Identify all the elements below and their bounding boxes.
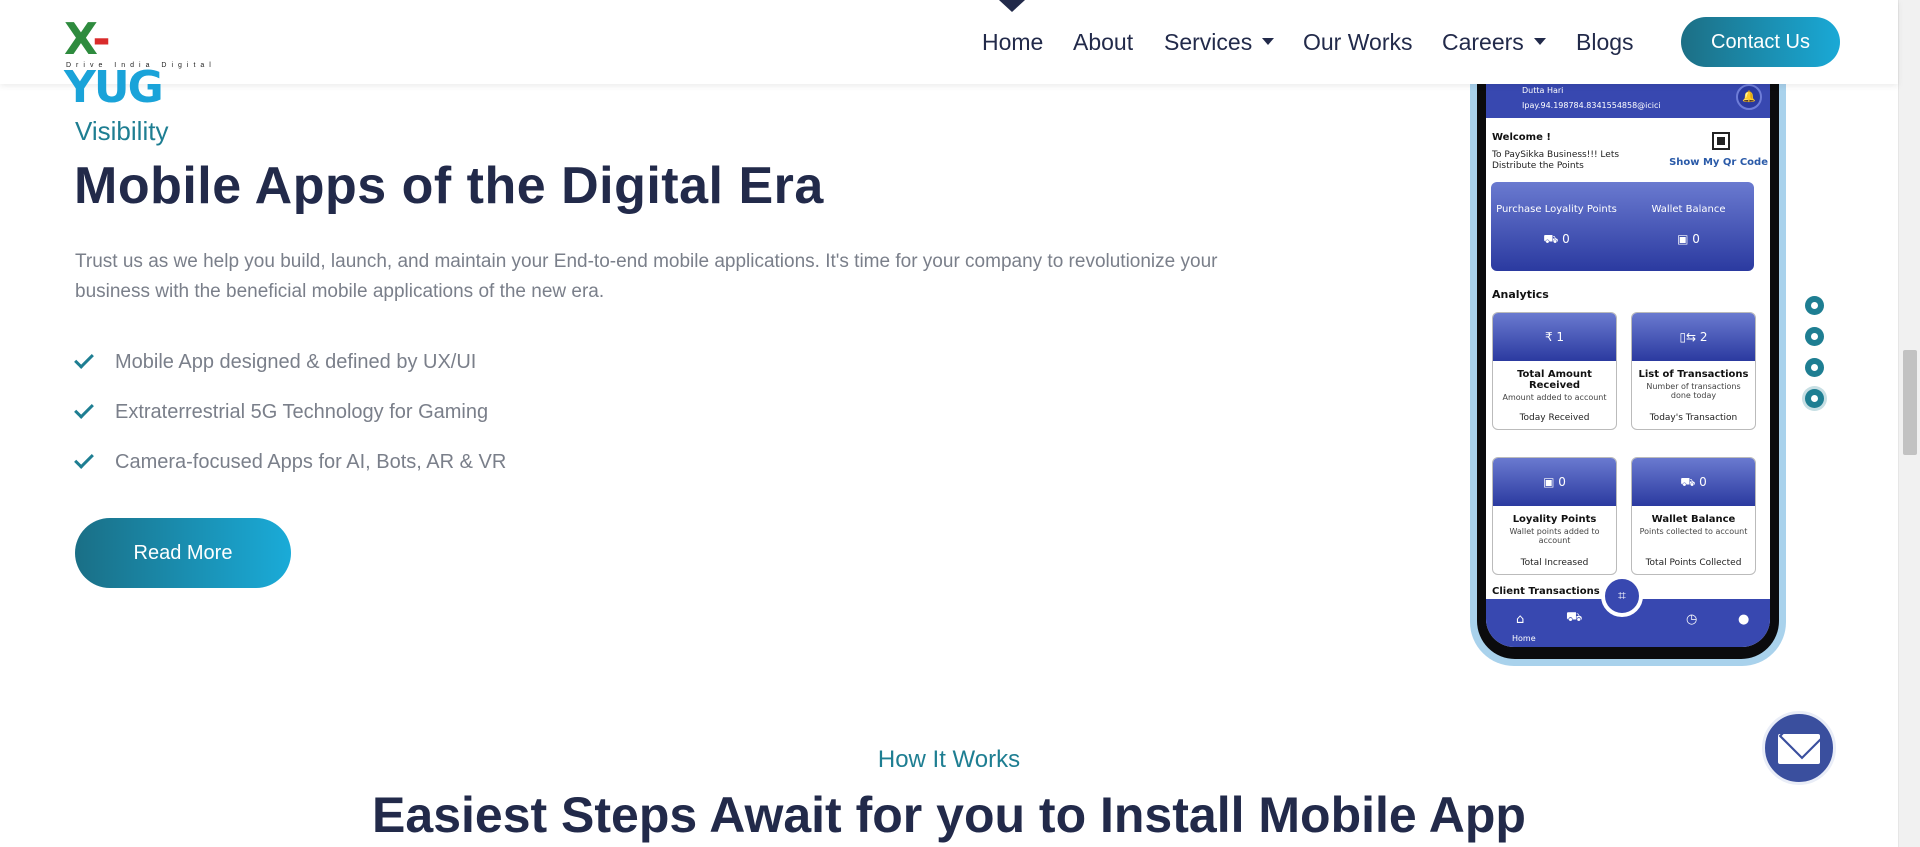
check-icon (74, 449, 94, 469)
card-head: ▯⇆ 2 (1632, 313, 1755, 361)
balance-right-label: Wallet Balance (1651, 204, 1726, 215)
site-header: X-YUG Drive India Digital Home About Ser… (0, 0, 1898, 112)
feature-label: Camera-focused Apps for AI, Bots, AR & V… (115, 450, 507, 473)
app-upi-id: Ipay.94.198784.8341554858@icici (1522, 101, 1661, 110)
phone-bezel: Dutta Hari Ipay.94.198784.8341554858@ici… (1477, 40, 1779, 659)
app-stat-card: ▣ 0 Loyality Points Wallet points added … (1492, 457, 1617, 575)
how-it-works-title: Easiest Steps Await for you to Install M… (372, 787, 1526, 843)
balance-right-value: ▣ 0 (1623, 232, 1754, 246)
rupee-icon: ₹ (1544, 330, 1557, 344)
card-footer: Total Increased (1520, 558, 1589, 568)
card-head: ⛟ 0 (1632, 458, 1755, 506)
scan-icon: ⌗ (1601, 575, 1643, 617)
how-it-works-eyebrow: How It Works (877, 746, 1021, 773)
site-logo[interactable]: X-YUG Drive India Digital (64, 16, 211, 112)
nav-our-works[interactable]: Our Works (1303, 26, 1412, 58)
nav-services[interactable]: Services (1164, 26, 1275, 58)
list-item: Extraterrestrial 5G Technology for Gamin… (74, 387, 506, 437)
app-stat-card: ⛟ 0 Wallet Balance Points collected to a… (1631, 457, 1756, 575)
wallet-icon: ▣ (1677, 232, 1693, 246)
page-scrollbar[interactable] (1898, 0, 1920, 847)
tab-home-label: Home (1512, 634, 1536, 643)
bell-icon: 🔔 (1736, 84, 1762, 110)
app-welcome: Welcome ! (1492, 132, 1551, 143)
card-subtitle: Points collected to account (1639, 527, 1748, 536)
feature-list: Mobile App designed & defined by UX/UI E… (74, 337, 507, 487)
nav-about[interactable]: About (1073, 26, 1133, 58)
card-title: Loyality Points (1512, 514, 1597, 525)
card-head: ▣ 0 (1493, 458, 1616, 506)
phone-mockup: Dutta Hari Ipay.94.198784.8341554858@ici… (1470, 40, 1786, 666)
gift-icon: ⛟ (1566, 610, 1583, 625)
carousel-dot-1[interactable] (1805, 296, 1824, 315)
card-value: 0 (1558, 475, 1566, 489)
carousel-dot-3[interactable] (1805, 358, 1824, 377)
app-analytics-label: Analytics (1492, 288, 1549, 301)
app-stat-card: ▯⇆ 2 List of Transactions Number of tran… (1631, 312, 1756, 430)
user-icon: ● (1738, 612, 1750, 627)
feature-label: Extraterrestrial 5G Technology for Gamin… (115, 400, 489, 423)
list-item: Mobile App designed & defined by UX/UI (74, 337, 506, 387)
card-footer: Today Received (1519, 413, 1590, 423)
clock-icon: ◷ (1686, 612, 1698, 627)
app-balance-card: Purchase Loyality Points Wallet Balance … (1491, 182, 1754, 271)
carousel-dot-4[interactable] (1805, 389, 1824, 408)
feature-label: Mobile App designed & defined by UX/UI (115, 350, 477, 373)
app-qr-label: Show My Qr Code (1669, 157, 1768, 168)
hero-description: Trust us as we help you build, launch, a… (75, 251, 1218, 302)
card-subtitle: Wallet points added to account (1509, 527, 1600, 545)
phone-transfer-icon: ▯⇆ (1679, 330, 1700, 344)
wallet-icon: ▣ (1543, 475, 1559, 489)
home-icon: ⌂ (1516, 612, 1525, 627)
card-value: 2 (1699, 330, 1708, 344)
card-subtitle: Number of transactions done today (1646, 382, 1741, 400)
card-value: 1 (1556, 330, 1565, 344)
balance-left-label: Purchase Loyality Points (1496, 204, 1617, 215)
read-more-button[interactable]: Read More (75, 518, 291, 588)
card-title: Wallet Balance (1651, 514, 1736, 525)
check-icon (74, 399, 94, 419)
app-client-transactions-label: Client Transactions (1492, 586, 1600, 597)
nav-services-label: Services (1164, 29, 1253, 55)
card-head: ₹ 1 (1493, 313, 1616, 361)
card-title: Total Amount Received (1517, 369, 1592, 391)
balance-left-value: ⛟ 0 (1491, 232, 1622, 248)
active-nav-pointer-icon (999, 0, 1025, 12)
chevron-down-icon (1533, 38, 1546, 46)
carousel-dot-2[interactable] (1805, 327, 1824, 346)
page-title: Mobile Apps of the Digital Era (74, 157, 824, 215)
logo-tagline: Drive India Digital (66, 62, 216, 69)
card-footer: Total Points Collected (1645, 558, 1742, 568)
card-footer: Today's Transaction (1649, 413, 1738, 423)
balance-left-number: 0 (1562, 232, 1570, 246)
gift-icon: ⛟ (1543, 232, 1563, 246)
card-title: List of Transactions (1638, 369, 1749, 380)
nav-careers[interactable]: Careers (1442, 26, 1546, 58)
app-welcome-sub: To PaySikka Business!!! Lets Distribute … (1492, 150, 1620, 171)
gift-icon: ⛟ (1680, 475, 1700, 489)
card-subtitle: Amount added to account (1502, 393, 1607, 402)
scrollbar-thumb[interactable] (1903, 350, 1917, 455)
balance-right-number: 0 (1692, 232, 1700, 246)
phone-screen: Dutta Hari Ipay.94.198784.8341554858@ici… (1486, 40, 1770, 647)
qr-code-icon (1712, 132, 1730, 150)
app-stat-card: ₹ 1 Total Amount Received Amount added t… (1492, 312, 1617, 430)
nav-home[interactable]: Home (982, 26, 1043, 58)
list-item: Camera-focused Apps for AI, Bots, AR & V… (74, 437, 507, 487)
nav-blogs[interactable]: Blogs (1576, 26, 1634, 58)
nav-careers-label: Careers (1442, 29, 1524, 55)
contact-us-button[interactable]: Contact Us (1681, 17, 1840, 67)
check-icon (74, 349, 94, 369)
section-eyebrow: Visibility (75, 116, 169, 146)
chevron-down-icon (1262, 38, 1275, 46)
card-value: 0 (1699, 475, 1707, 489)
app-user-name: Dutta Hari (1522, 86, 1564, 95)
